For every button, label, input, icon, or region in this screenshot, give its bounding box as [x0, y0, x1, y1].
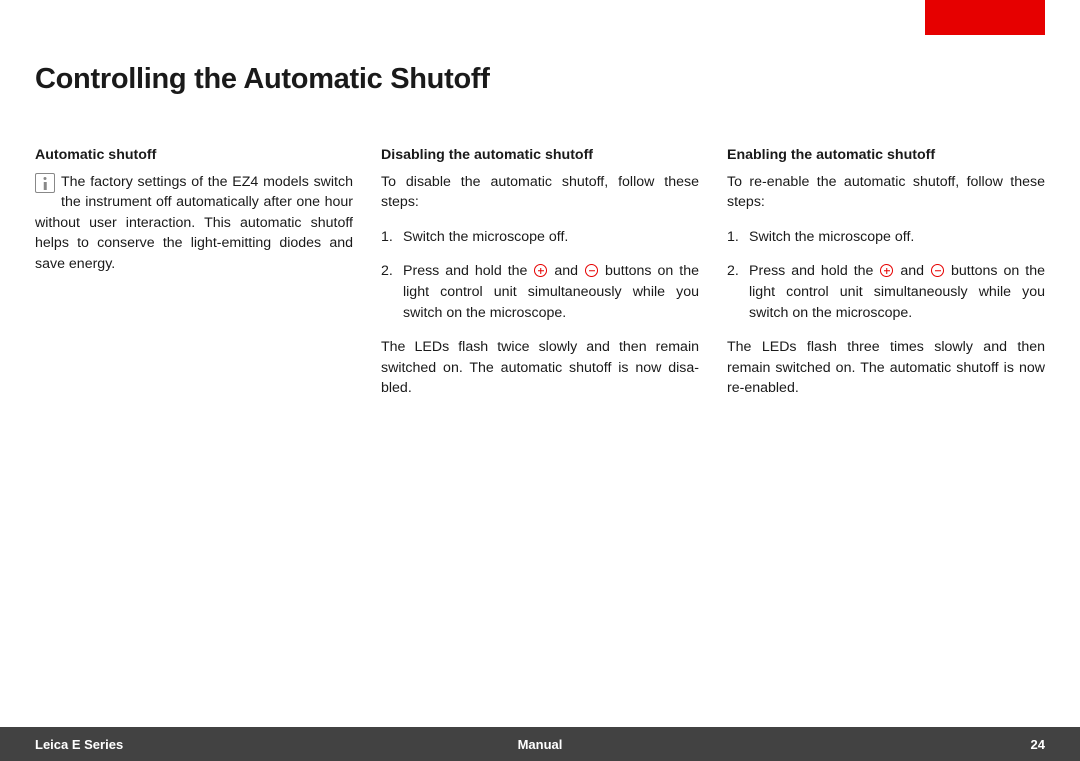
footer-left: Leica E Series [35, 737, 123, 752]
col1-text: The factory settings of the EZ4 models s… [35, 174, 353, 272]
page-title: Controlling the Automatic Shutoff [35, 63, 490, 96]
col3-heading: Enabling the automatic shutoff [727, 145, 1045, 166]
footer-page-number: 24 [1031, 737, 1045, 752]
footer-center: Manual [0, 737, 1080, 752]
plus-button-icon [880, 264, 893, 277]
plus-button-icon [534, 264, 547, 277]
col2-result: The LEDs flash twice slowly and then rem… [381, 337, 699, 399]
col2-step2: Press and hold the and buttons on the li… [381, 261, 699, 323]
col3-result: The LEDs flash three times slowly and th… [727, 337, 1045, 399]
col3-intro: To re-enable the automatic shutoff, foll… [727, 172, 1045, 213]
info-icon [35, 173, 55, 193]
content-columns: Automatic shutoff The factory settings o… [35, 145, 1045, 413]
col2-step1: Switch the microscope off. [381, 227, 699, 248]
minus-button-icon [585, 264, 598, 277]
brand-block [925, 0, 1045, 35]
footer-bar: Leica E Series Manual 24 [0, 727, 1080, 761]
minus-button-icon [931, 264, 944, 277]
col2-heading: Disabling the automatic shutoff [381, 145, 699, 166]
col2-steps: Switch the microscope off. Press and hol… [381, 227, 699, 323]
col3-step1: Switch the microscope off. [727, 227, 1045, 248]
column-disabling: Disabling the automatic shutoff To disab… [381, 145, 699, 413]
col2-intro: To disable the automatic shutoff, follow… [381, 172, 699, 213]
col3-step2: Press and hold the and buttons on the li… [727, 261, 1045, 323]
column-enabling: Enabling the automatic shutoff To re-ena… [727, 145, 1045, 413]
col1-body: The factory settings of the EZ4 models s… [35, 172, 353, 275]
column-automatic-shutoff: Automatic shutoff The factory settings o… [35, 145, 353, 413]
page: Controlling the Automatic Shutoff Automa… [0, 0, 1080, 761]
col3-steps: Switch the microscope off. Press and hol… [727, 227, 1045, 323]
col1-heading: Automatic shutoff [35, 145, 353, 166]
